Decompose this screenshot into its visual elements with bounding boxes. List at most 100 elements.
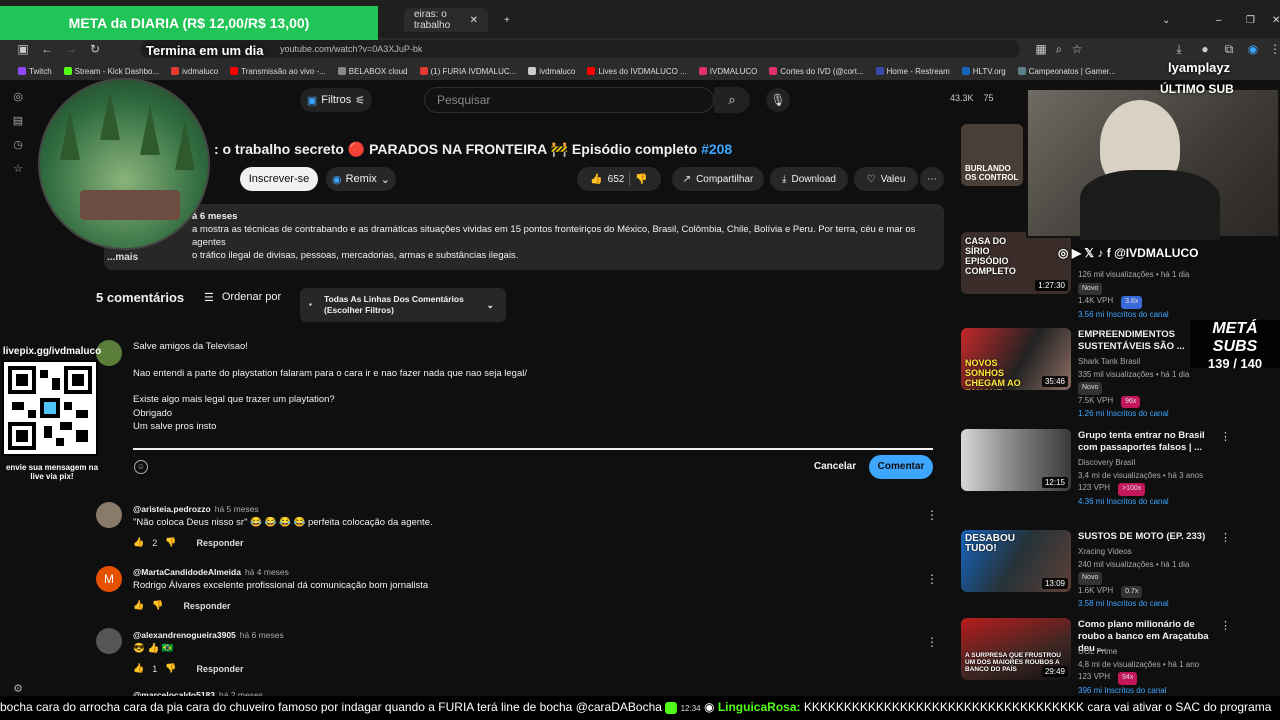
hashtag-link[interactable]: #208: [701, 141, 732, 157]
show-more-link[interactable]: ...mais: [107, 252, 138, 263]
bookmark-item[interactable]: HLTV.org: [961, 67, 1006, 76]
comment-menu-icon[interactable]: ⋮: [926, 508, 938, 522]
bookmark-item[interactable]: Twitch: [18, 67, 52, 76]
submit-comment-button[interactable]: Comentar: [869, 455, 933, 479]
screenshot-icon[interactable]: ▦: [1032, 40, 1050, 58]
download-button[interactable]: ⤓ Download: [770, 167, 848, 191]
comment-author[interactable]: @aristeia.pedrozzo: [133, 504, 211, 514]
recommended-video-thumbnail[interactable]: A SURPRESA QUE FRUSTROU UM DOS MAIORES R…: [961, 618, 1071, 680]
avatar[interactable]: [96, 628, 122, 654]
thumbs-up-icon[interactable]: 👍: [133, 663, 144, 674]
bookmark-item[interactable]: ivdmaluco: [528, 67, 575, 76]
recommended-video-thumbnail[interactable]: DESABOU TUDO! 13:09: [961, 530, 1071, 592]
bookmark-item[interactable]: Transmissão ao vivo -...: [230, 67, 326, 76]
reply-button[interactable]: Responder: [196, 538, 243, 548]
comment-menu-icon[interactable]: ⋮: [926, 572, 938, 586]
emoji-icon[interactable]: ☺: [134, 460, 148, 474]
channel-name[interactable]: Shark Tank Brasil: [1078, 356, 1189, 369]
comment-author[interactable]: @MartaCandidodeAlmeida: [133, 567, 241, 577]
viewer-stats: 43.3K 75: [950, 93, 994, 103]
overlay-channel-tag: lyamplayz: [1168, 60, 1231, 75]
more-actions-icon[interactable]: ⋯: [920, 167, 944, 191]
recommended-video-thumbnail[interactable]: NOVOS SONHOS CHEGAM AO TANQUE 35:46: [961, 328, 1071, 390]
video-menu-icon[interactable]: ⋮: [1220, 619, 1231, 632]
thumbnail-caption: DESABOU TUDO!: [965, 533, 1016, 554]
restore-icon[interactable]: ❐: [1236, 8, 1265, 32]
avatar[interactable]: [96, 502, 122, 528]
bookmark-item[interactable]: Cortes do IVD (@cort...: [769, 67, 864, 76]
browser-tab-active[interactable]: eiras: o trabalho ✕: [404, 8, 488, 32]
extensions-icon[interactable]: ⧉: [1220, 40, 1238, 58]
reply-button[interactable]: Responder: [183, 601, 230, 611]
bookmark-item[interactable]: Lives do IVDMALUCO ...: [587, 67, 687, 76]
extension-icon[interactable]: ●: [1196, 40, 1214, 58]
thumbs-up-icon[interactable]: 👍: [133, 600, 144, 611]
recommended-video-meta: 126 mil visualizações • há 1 dia Novo 1.…: [1078, 269, 1189, 321]
favorites-icon[interactable]: ☆: [10, 162, 26, 178]
channel-name[interactable]: Xracing Videos: [1078, 546, 1189, 559]
video-menu-icon[interactable]: ⋮: [1220, 531, 1231, 544]
comment-actions: 👍 👎 Responder: [133, 600, 230, 611]
downloads-icon[interactable]: ⤓: [1170, 40, 1188, 58]
comment-compose-input[interactable]: Salve amigos da Televisao! Nao entendi a…: [133, 340, 933, 434]
bookmark-item[interactable]: Home - Restream: [875, 67, 950, 76]
thumbs-up-icon[interactable]: 👍: [590, 174, 602, 185]
comment-actions: 👍 1 👎 Responder: [133, 663, 244, 674]
address-bar[interactable]: youtube.com/watch?v=0A3XJuP-bk: [140, 40, 1020, 58]
bookmark-item[interactable]: Stream - Kick Dashbo...: [63, 67, 159, 76]
cancel-button[interactable]: Cancelar: [808, 456, 862, 478]
description-box[interactable]: á 6 meses a mostra as técnicas de contra…: [104, 204, 944, 270]
zoom-icon[interactable]: ⌕: [1050, 40, 1068, 58]
reply-button[interactable]: Responder: [196, 664, 243, 674]
forward-icon[interactable]: →: [62, 40, 80, 58]
sort-button[interactable]: ☰ Ordenar por: [204, 291, 281, 304]
recommended-video-thumbnail[interactable]: 12:15: [961, 429, 1071, 491]
new-tab-icon[interactable]: +: [494, 8, 520, 32]
close-tab-icon[interactable]: ✕: [470, 15, 478, 26]
bookmark-item[interactable]: IVDMALUCO: [698, 67, 757, 76]
thumbs-up-icon[interactable]: 👍: [133, 537, 144, 548]
thumbs-down-icon[interactable]: 👎: [165, 663, 176, 674]
sidebar-toggle-icon[interactable]: ▣: [14, 40, 32, 58]
channel-name[interactable]: Discovery Brasil: [1078, 457, 1203, 470]
recommended-video-title[interactable]: Grupo tenta entrar no Brasil com passapo…: [1078, 430, 1218, 454]
home-icon[interactable]: ◎: [10, 90, 26, 106]
search-icon[interactable]: ⌕: [714, 87, 750, 113]
thanks-button[interactable]: ♡ Valeu: [854, 167, 918, 191]
reload-icon[interactable]: ↻: [86, 40, 104, 58]
bookmark-item[interactable]: ivdmaluco: [171, 67, 218, 76]
filters-button[interactable]: ▣ Filtros ⚟: [300, 88, 372, 112]
multiplier-badge: 94x: [1118, 672, 1138, 685]
menu-icon[interactable]: ⋮: [1266, 40, 1280, 58]
comment-menu-icon[interactable]: ⋮: [926, 635, 938, 649]
close-window-icon[interactable]: ✕: [1262, 8, 1280, 32]
subscriptions-icon[interactable]: ▤: [10, 114, 26, 130]
microphone-icon[interactable]: 🎙: [766, 88, 790, 112]
tab-list-icon[interactable]: ⌄: [1152, 8, 1180, 32]
comment-author[interactable]: @alexandrenogueira3905: [133, 630, 236, 640]
bookmark-item[interactable]: Campeonatos | Gamer...: [1017, 67, 1116, 76]
profile-icon[interactable]: ◉: [1244, 40, 1262, 58]
remix-button[interactable]: ◉ Remix ⌄: [326, 167, 396, 191]
thumbs-down-icon[interactable]: 👎: [165, 537, 176, 548]
recommended-video-title[interactable]: SUSTOS DE MOTO (EP. 233): [1078, 531, 1218, 543]
bookmark-item[interactable]: BELABOX cloud: [337, 67, 408, 76]
recommended-video-thumbnail[interactable]: CASA DO SÍRIO EPISÓDIO COMPLETO 1:27:30: [961, 232, 1071, 294]
tree-shape: [140, 105, 160, 155]
thumbs-down-icon[interactable]: 👎: [152, 600, 163, 611]
bookmark-item[interactable]: (1) FURIA IVDMALUC...: [419, 67, 516, 76]
history-icon[interactable]: ◷: [10, 138, 26, 154]
bookmark-star-icon[interactable]: ☆: [1068, 40, 1086, 58]
description-line: o tráfico ilegal de divisas, pessoas, me…: [192, 250, 519, 261]
avatar[interactable]: M: [96, 566, 122, 592]
channel-name[interactable]: UOL Prime: [1078, 646, 1199, 659]
thumbs-down-icon[interactable]: 👎: [635, 174, 647, 185]
minimize-icon[interactable]: –: [1206, 8, 1232, 32]
back-icon[interactable]: ←: [38, 40, 56, 58]
share-button[interactable]: ↗ Compartilhar: [672, 167, 764, 191]
search-input[interactable]: Pesquisar: [424, 87, 714, 113]
comment-filter-dropdown[interactable]: ▪ Todas As Linhas Dos Comentários (Escol…: [300, 288, 506, 322]
subscribe-button[interactable]: Inscrever-se: [240, 167, 318, 191]
video-menu-icon[interactable]: ⋮: [1220, 430, 1231, 443]
like-dislike-button[interactable]: 👍 652 👎: [577, 167, 661, 191]
